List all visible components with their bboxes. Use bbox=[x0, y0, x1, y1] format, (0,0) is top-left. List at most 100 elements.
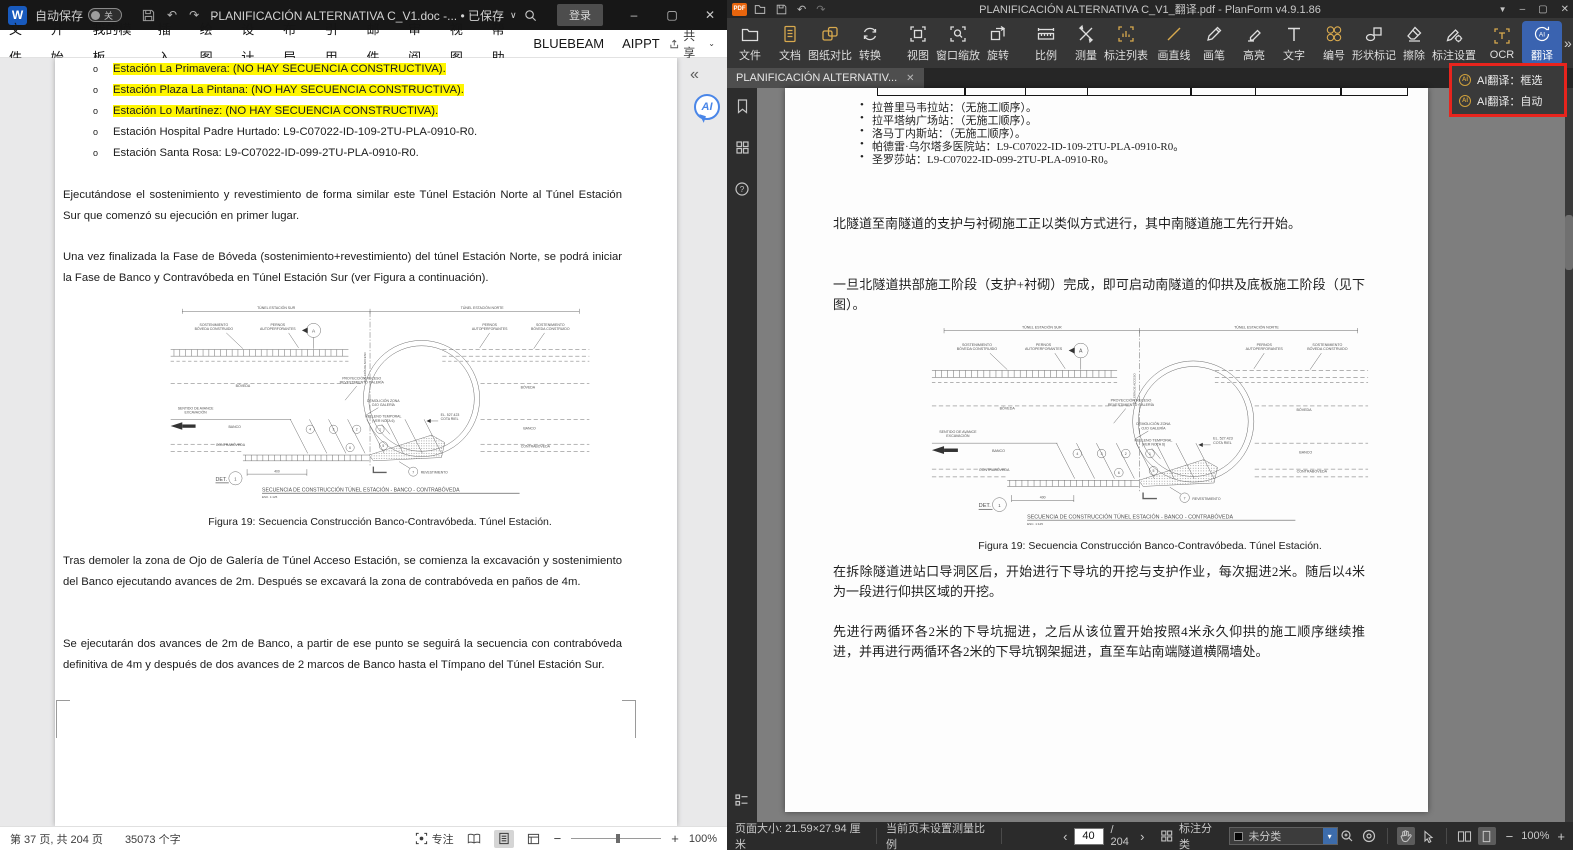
share-icon bbox=[670, 39, 678, 48]
bullet-dot-icon: • bbox=[860, 151, 864, 163]
page-number-input[interactable] bbox=[1073, 827, 1104, 845]
two-page-view-icon[interactable] bbox=[1456, 827, 1474, 845]
hand-tool-button[interactable] bbox=[1396, 827, 1415, 845]
zoom-level[interactable]: 100% bbox=[689, 833, 717, 845]
svg-text:OJO GALERÍA: OJO GALERÍA bbox=[372, 403, 396, 407]
single-page-view-icon[interactable] bbox=[1477, 827, 1496, 845]
zoom-in-button[interactable]: + bbox=[671, 831, 679, 846]
combo-arrow-icon[interactable]: ▾ bbox=[1322, 828, 1337, 844]
svg-text:EL. 527.423: EL. 527.423 bbox=[1213, 437, 1233, 441]
svg-text:BÓVEDA: BÓVEDA bbox=[236, 383, 251, 388]
pdf-document-tab[interactable]: PLANIFICACIÓN ALTERNATIV... ✕ bbox=[727, 68, 924, 88]
tab-aippt[interactable]: AIPPT bbox=[613, 30, 669, 58]
svg-text:CONTRABÓVEDA: CONTRABÓVEDA bbox=[521, 444, 551, 449]
pdf-page[interactable]: • 拉普里马韦拉站：（无施工顺序）。 • 拉平塔纳广场站：（无施工顺序）。 • 洛马丁… bbox=[785, 88, 1428, 812]
svg-text:2: 2 bbox=[356, 428, 358, 432]
toolbar-eraser-button[interactable]: 擦除 bbox=[1394, 21, 1434, 65]
toolbar-overflow-icon[interactable]: » bbox=[1564, 35, 1572, 51]
save-icon[interactable] bbox=[776, 4, 787, 15]
share-caret-icon: ⌄ bbox=[708, 39, 715, 48]
toolbar-pen-button[interactable]: 画笔 bbox=[1194, 21, 1234, 65]
toolbar-text-button[interactable]: 文字 bbox=[1274, 21, 1314, 65]
toolbar-translate-button[interactable]: AI 翻译 bbox=[1522, 21, 1562, 65]
svg-text:EXCAVACIÓN: EXCAVACIÓN bbox=[184, 409, 207, 414]
zoom-slider[interactable] bbox=[571, 834, 662, 843]
svg-text:BÓVEDA CONSTRUIDO: BÓVEDA CONSTRUIDO bbox=[1307, 346, 1347, 351]
zoom-level[interactable]: 100% bbox=[1521, 830, 1549, 842]
help-icon[interactable]: ? bbox=[734, 181, 750, 197]
loupe-icon[interactable] bbox=[1360, 827, 1378, 845]
pdf-maximize-button[interactable]: ▢ bbox=[1538, 4, 1547, 15]
page-indicator[interactable]: 第 37 页, 共 204 页 bbox=[10, 831, 103, 847]
print-layout-button[interactable] bbox=[493, 829, 514, 848]
ai-translate-boxselect-item[interactable]: AI AI翻译：框选 bbox=[1452, 69, 1564, 90]
toolbar-window-zoom-button[interactable]: 窗口缩放 bbox=[936, 21, 980, 65]
toolbar-rotate-button[interactable]: 旋转 bbox=[978, 21, 1018, 65]
annotation-category-icon bbox=[1161, 830, 1173, 842]
zoom-out-button[interactable]: − bbox=[1506, 829, 1514, 844]
open-file-icon[interactable] bbox=[754, 4, 766, 15]
word-count[interactable]: 35073 个字 bbox=[125, 831, 181, 847]
pdf-scrollbar-thumb[interactable] bbox=[1565, 215, 1573, 270]
prev-page-button[interactable]: ‹ bbox=[1057, 829, 1073, 844]
word-page[interactable]: o Estación La Primavera: (NO HAY SECUENCI… bbox=[55, 58, 677, 826]
bookmarks-icon[interactable] bbox=[735, 98, 750, 114]
svg-text:CONTRABÓVEDA: CONTRABÓVEDA bbox=[979, 467, 1010, 472]
toolbar-numbering-button[interactable]: 编号 bbox=[1314, 21, 1354, 65]
toolbar-annotation-settings-button[interactable]: 标注设置 bbox=[1432, 21, 1476, 65]
toolbar-view-button[interactable]: 视图 bbox=[898, 21, 938, 65]
collapse-panel-icon[interactable]: « bbox=[690, 66, 699, 84]
login-button[interactable]: 登录 bbox=[557, 4, 603, 26]
svg-text:AUTOPERFORANTES: AUTOPERFORANTES bbox=[1246, 347, 1284, 351]
toolbar-ocr-button[interactable]: OCR bbox=[1482, 23, 1522, 63]
tab-bluebeam[interactable]: BLUEBEAM bbox=[524, 30, 613, 58]
category-select[interactable]: 未分类 ▾ bbox=[1229, 827, 1338, 845]
annotation-category-button[interactable]: 标注分类 bbox=[1160, 820, 1221, 850]
search-icon[interactable] bbox=[524, 9, 537, 22]
svg-text:EXCAVACIÓN: EXCAVACIÓN bbox=[946, 433, 970, 438]
menu-dropdown-icon[interactable]: ▼ bbox=[1499, 5, 1507, 14]
word-maximize-button[interactable]: ▢ bbox=[655, 0, 689, 30]
ai-assistant-bubble-icon[interactable]: AI bbox=[694, 94, 720, 120]
list-item: • 拉普里马韦拉站：（无施工顺序）。 bbox=[860, 99, 1037, 114]
select-tool-button[interactable] bbox=[1419, 827, 1437, 845]
word-close-button[interactable]: ✕ bbox=[693, 0, 727, 30]
toolbar-convert-button[interactable]: 转换 bbox=[850, 21, 890, 65]
focus-mode-button[interactable]: 专注 bbox=[415, 831, 454, 847]
pdf-scrollbar[interactable] bbox=[1565, 88, 1573, 822]
next-page-button[interactable]: › bbox=[1134, 829, 1150, 844]
zoom-out-button[interactable]: − bbox=[554, 831, 562, 846]
redo-icon[interactable]: ↷ bbox=[816, 3, 825, 16]
list-item: o Estación Lo Martínez: (NO HAY SECUENCIA… bbox=[93, 105, 439, 117]
toolbar-draw-line-button[interactable]: 画直线 bbox=[1154, 21, 1194, 65]
toolbar-file-button[interactable]: 文件 bbox=[730, 21, 770, 65]
word-ribbon-tabs: 文件 开始 我的模板 插入 绘图 设计 布局 引用 邮件 审阅 视图 帮助 BL… bbox=[0, 22, 727, 65]
focus-icon bbox=[415, 832, 427, 845]
web-layout-button[interactable] bbox=[524, 830, 544, 848]
list-item: • 拉平塔纳广场站：（无施工顺序）。 bbox=[860, 112, 1037, 127]
thumbnails-icon[interactable] bbox=[735, 140, 750, 155]
share-button[interactable]: 共享 ⌄ bbox=[669, 27, 727, 61]
zoom-slider-thumb[interactable] bbox=[616, 834, 621, 843]
toolbar-annotation-list-button[interactable]: 标注列表 bbox=[1104, 21, 1148, 65]
pdf-minimize-button[interactable]: – bbox=[1520, 4, 1526, 15]
undo-icon[interactable]: ↶ bbox=[797, 3, 806, 16]
toolbar-highlight-button[interactable]: 高亮 bbox=[1234, 21, 1274, 65]
list-item: o Estación Hospital Padre Hurtado: L9-C07… bbox=[93, 126, 478, 138]
word-minimize-button[interactable]: – bbox=[617, 0, 651, 30]
zoom-area-icon[interactable] bbox=[1338, 827, 1356, 845]
toolbar-drawing-compare-button[interactable]: 图纸对比 bbox=[808, 21, 852, 65]
toolbar-document-button[interactable]: 文档 bbox=[770, 21, 810, 65]
ai-translate-auto-item[interactable]: AI AI翻译：自动 bbox=[1452, 90, 1564, 111]
svg-text:5: 5 bbox=[382, 444, 384, 448]
toolbar-measure-button[interactable]: 测量 bbox=[1066, 21, 1106, 65]
zoom-in-button[interactable]: + bbox=[1557, 829, 1565, 844]
toolbar-scale-button[interactable]: 比例 bbox=[1026, 21, 1066, 65]
comment-list-icon[interactable] bbox=[727, 792, 757, 808]
svg-text:PERNOS: PERNOS bbox=[1036, 343, 1052, 347]
svg-text:BÓVEDA CONSTRUIDO: BÓVEDA CONSTRUIDO bbox=[195, 326, 234, 331]
pdf-close-button[interactable]: ✕ bbox=[1561, 4, 1569, 15]
read-mode-button[interactable] bbox=[464, 830, 484, 848]
toolbar-shape-mark-button[interactable]: 形状标记 bbox=[1352, 21, 1396, 65]
tab-close-icon[interactable]: ✕ bbox=[906, 73, 914, 84]
